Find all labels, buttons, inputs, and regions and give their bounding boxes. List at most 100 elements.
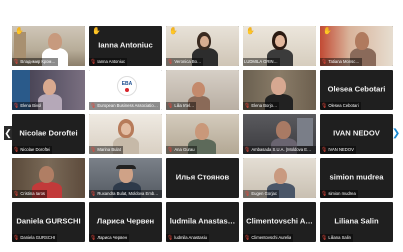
participant-grid: ✋ 🎙 Владимир Кром… ✋ Ianna Antoniuc 🎙 Ia… (12, 26, 393, 248)
participant-nametag: 🎙 ludmila Anastasiu (166, 234, 209, 242)
participant-nametag: 🎙 Elena Borjo… (243, 102, 280, 110)
participant-nametag: 🎙 Ana Gurau (166, 146, 197, 154)
participant-tile-active-speaker[interactable]: ✋ LUDMILA GRIN… (243, 26, 316, 66)
participant-tile[interactable]: 🎙 Ana Gurau (166, 114, 239, 154)
participant-nametag: 🎙 Ianna Antoniuc (89, 58, 128, 66)
gallery-view: ❮ ❯ ✋ 🎙 Владимир Кром… ✋ Ianna Antoniuc … (0, 0, 403, 252)
raised-hand-icon: ✋ (15, 28, 24, 35)
participant-tile[interactable]: 🎙 Ruxandra Bulat, Moldova Embassy… (89, 158, 162, 198)
participant-tile[interactable]: 🎙 Elena Borjo… (243, 70, 316, 110)
participant-name: Eugen Gorjac (251, 191, 277, 196)
muted-mic-icon: 🎙 (321, 146, 328, 153)
participant-name: Ruxandra Bulat, Moldova Embassy… (97, 191, 160, 196)
participant-tile[interactable]: 🎙 Marina Bulat (89, 114, 162, 154)
participant-nametag: 🎙 Liliana Salin (320, 234, 353, 242)
participant-tile[interactable]: 🎙 Cristina Iaros (12, 158, 85, 198)
participant-tile[interactable]: Nicolae Doroftei 🎙 Nicolae Doroftei (12, 114, 85, 154)
participant-nametag: 🎙 Eugen Gorjac (243, 190, 279, 198)
participant-tile[interactable]: ✋ Ianna Antoniuc 🎙 Ianna Antoniuc (89, 26, 162, 66)
participant-name: Cristina Iaros (20, 191, 46, 196)
participant-name: Ambasada S.U.A. (Moldova Embassy) (251, 147, 314, 152)
participant-tile[interactable]: Climentovschi A… 🎙 Climentovschi Aurelia (243, 202, 316, 242)
participant-name: Nicolae Doroftei (20, 147, 51, 152)
participant-tile[interactable]: Лариса Червен 🎙 Лариса Червен (89, 202, 162, 242)
participant-name: ludmila Anastasiu (174, 235, 207, 240)
participant-tile[interactable]: 🎙 Lilia Irtel… (166, 70, 239, 110)
next-page-button[interactable]: ❯ (392, 126, 400, 140)
muted-mic-icon: 🎙 (244, 190, 251, 197)
raised-hand-icon: ✋ (92, 28, 101, 35)
chevron-left-icon: ❮ (4, 127, 12, 138)
muted-mic-icon: 🎙 (167, 146, 174, 153)
avatar-name: Илья Стоянов (175, 172, 230, 182)
participant-tile[interactable]: ✋ 🎙 Tatiana Monsc… (320, 26, 393, 66)
muted-mic-icon: 🎙 (13, 58, 20, 65)
muted-mic-icon: 🎙 (244, 146, 251, 153)
muted-mic-icon: 🎙 (90, 190, 97, 197)
avatar-name: IVAN NEDOV (333, 128, 380, 138)
participant-tile[interactable]: Liliana Salin 🎙 Liliana Salin (320, 202, 393, 242)
avatar-name: Ianna Antoniuc (98, 40, 153, 50)
muted-mic-icon: 🎙 (13, 190, 20, 197)
avatar-name: Climentovschi A… (246, 216, 313, 226)
participant-nametag: 🎙 Cristina Iaros (12, 190, 48, 198)
participant-nametag: 🎙 IVAN NEDOV (320, 146, 356, 154)
muted-mic-icon: 🎙 (90, 234, 97, 241)
participant-tile[interactable]: ludmila Anastas… 🎙 ludmila Anastasiu (166, 202, 239, 242)
prev-page-button[interactable]: ❮ (4, 126, 12, 140)
avatar-name: Лариса Червен (96, 216, 155, 226)
avatar-name: simion mudrea (329, 172, 384, 182)
participant-nametag: 🎙 Olesea Cebotari (320, 102, 361, 110)
participant-tile[interactable]: ✋ 🎙 Veronica Bo… (166, 26, 239, 66)
participant-nametag: 🎙 Climentovschi Aurelia (243, 234, 294, 242)
participant-nametag: 🎙 Daniela GURSCHI (12, 234, 58, 242)
participant-nametag: 🎙 Ambasada S.U.A. (Moldova Embassy) (243, 146, 316, 154)
participant-nametag: 🎙 Veronica Bo… (166, 58, 204, 66)
participant-tile[interactable]: Илья Стоянов (166, 158, 239, 198)
participant-name: LUDMILA GRIN… (244, 59, 278, 64)
muted-mic-icon: 🎙 (244, 102, 251, 109)
participant-name: European Business Associatio… (97, 103, 158, 108)
muted-mic-icon: 🎙 (244, 234, 251, 241)
raised-hand-icon: ✋ (323, 28, 332, 35)
participant-tile[interactable]: Daniela GURSCHI 🎙 Daniela GURSCHI (12, 202, 85, 242)
participant-tile[interactable]: ✋ 🎙 Владимир Кром… (12, 26, 85, 66)
muted-mic-icon: 🎙 (167, 102, 174, 109)
avatar-name: ludmila Anastas… (169, 216, 236, 226)
participant-tile[interactable]: 🎙 Elena Bivol (12, 70, 85, 110)
participant-tile[interactable]: Olesea Cebotari 🎙 Olesea Cebotari (320, 70, 393, 110)
participant-nametag: 🎙 Elena Bivol (12, 102, 44, 110)
muted-mic-icon: 🎙 (321, 190, 328, 197)
raised-hand-icon: ✋ (246, 28, 255, 35)
participant-tile[interactable]: 🎙 Eugen Gorjac (243, 158, 316, 198)
participant-name: Elena Bivol (20, 103, 42, 108)
avatar-name: Nicolae Doroftei (19, 128, 78, 138)
participant-nametag: LUDMILA GRIN… (243, 58, 280, 66)
participant-name: Daniela GURSCHI (20, 235, 56, 240)
participant-name: Elena Borjo… (251, 103, 278, 108)
participant-name: Tatiana Monsc… (328, 59, 360, 64)
participant-tile[interactable]: simion mudrea 🎙 simion mudrea (320, 158, 393, 198)
muted-mic-icon: 🎙 (13, 102, 20, 109)
participant-nametag: 🎙 Ruxandra Bulat, Moldova Embassy… (89, 190, 162, 198)
participant-name: Liliana Salin (328, 235, 351, 240)
muted-mic-icon: 🎙 (13, 146, 20, 153)
muted-mic-icon: 🎙 (321, 58, 328, 65)
participant-tile[interactable]: 🎙 Ambasada S.U.A. (Moldova Embassy) (243, 114, 316, 154)
participant-name: Владимир Кром… (20, 59, 56, 64)
participant-nametag: 🎙 European Business Associatio… (89, 102, 160, 110)
participant-name: Ianna Antoniuc (97, 59, 126, 64)
chevron-right-icon: ❯ (391, 127, 401, 139)
participant-name: Olesea Cebotari (328, 103, 359, 108)
participant-tile[interactable]: IVAN NEDOV 🎙 IVAN NEDOV (320, 114, 393, 154)
participant-nametag: 🎙 Lilia Irtel… (166, 102, 197, 110)
participant-nametag: 🎙 simion mudrea (320, 190, 358, 198)
avatar-name: Daniela GURSCHI (16, 216, 81, 226)
participant-name: Lilia Irtel… (174, 103, 195, 108)
muted-mic-icon: 🎙 (321, 102, 328, 109)
participant-nametag: 🎙 Лариса Червен (89, 234, 129, 242)
participant-name: IVAN NEDOV (328, 147, 354, 152)
participant-nametag: 🎙 Nicolae Doroftei (12, 146, 53, 154)
muted-mic-icon: 🎙 (167, 58, 174, 65)
participant-tile[interactable]: EBA 🎙 European Business Associatio… (89, 70, 162, 110)
